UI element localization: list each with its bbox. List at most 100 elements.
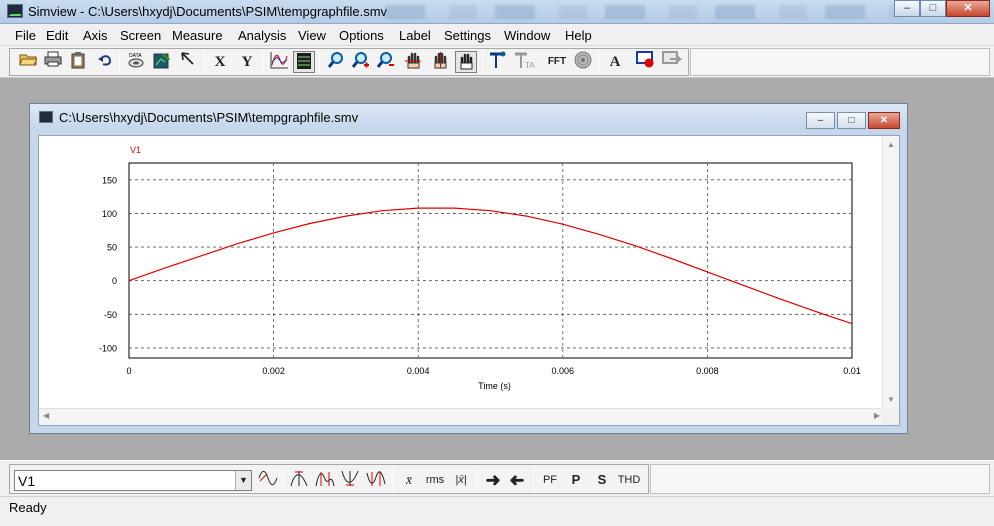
zoom-out-button[interactable] <box>375 51 397 73</box>
menu-window[interactable]: Window <box>504 28 550 43</box>
undo-icon <box>98 55 112 66</box>
measure-cursor-icon <box>490 51 506 68</box>
hand-x-icon <box>405 52 421 69</box>
toolbar-separator <box>319 52 320 72</box>
menu-options[interactable]: Options <box>339 28 384 43</box>
menu-axis[interactable]: Axis <box>83 28 108 43</box>
vertical-scrollbar[interactable]: ▲ ▼ <box>882 136 899 408</box>
hand-y-icon <box>434 52 447 69</box>
menu-label[interactable]: Label <box>399 28 431 43</box>
x-axis-button[interactable]: X <box>209 51 231 73</box>
edit-graph-button[interactable] <box>151 51 173 73</box>
spectrum-button[interactable] <box>572 51 594 73</box>
print-button[interactable] <box>42 51 64 73</box>
close-button[interactable]: ✕ <box>946 0 990 17</box>
y-tick-label: 0 <box>112 276 117 286</box>
screen-split-icon <box>297 53 311 69</box>
text-annotation-icon: TA <box>515 52 535 70</box>
waveform-plot[interactable]: 150 100 50 0 -50 -100 0 0.002 0.004 0.006 0.008 0.0… <box>39 136 884 408</box>
toolbar-separator <box>283 470 284 490</box>
right-arrow-icon[interactable]: ➜ <box>482 469 504 491</box>
y-axis-button[interactable]: Y <box>236 51 258 73</box>
y-tick-label: 100 <box>102 209 117 219</box>
toolbar-empty-area <box>690 48 990 76</box>
main-title-bar: Simview - C:\Users\hxydj\Documents\PSIM\… <box>0 0 994 24</box>
graph-edit-icon <box>153 53 170 69</box>
apparent-power-button[interactable]: S <box>592 469 612 491</box>
real-power-button[interactable]: P <box>566 469 586 491</box>
pan-button[interactable] <box>455 51 477 73</box>
toolbar-separator <box>533 470 534 490</box>
horizontal-scrollbar[interactable]: ◀ ▶ <box>39 408 884 425</box>
thd-button[interactable]: THD <box>616 469 642 491</box>
chevron-down-icon[interactable]: ▼ <box>235 471 251 490</box>
text-annotation-button[interactable]: TA <box>513 51 535 73</box>
plot-frame <box>128 162 853 359</box>
max-button[interactable] <box>288 469 312 491</box>
pan-x-button[interactable] <box>402 51 424 73</box>
zoom-out-icon <box>376 52 394 68</box>
menu-file[interactable]: File <box>15 28 36 43</box>
data-button[interactable]: DATA <box>125 51 147 73</box>
rms-button[interactable]: rms <box>424 469 446 491</box>
pan-y-button[interactable] <box>429 51 451 73</box>
graph-minimize-button[interactable]: – <box>806 112 835 129</box>
close-icon: ✕ <box>879 115 889 126</box>
maximize-button[interactable]: □ <box>920 0 946 17</box>
next-extreme-icon <box>366 471 386 486</box>
menu-view[interactable]: View <box>298 28 326 43</box>
graph-maximize-button[interactable]: □ <box>837 112 866 129</box>
export-button[interactable] <box>661 51 683 73</box>
add-curve-button[interactable] <box>268 51 290 73</box>
graph-window-controls: – □ ✕ <box>806 112 900 129</box>
waveform-icon <box>258 470 278 486</box>
select-button[interactable] <box>177 51 199 73</box>
menu-measure[interactable]: Measure <box>172 28 223 43</box>
graph-window-title: C:\Users\hxydj\Documents\PSIM\tempgraphf… <box>59 110 359 125</box>
undo-button[interactable] <box>94 51 116 73</box>
status-bar: Ready <box>0 496 994 526</box>
screen-split-button[interactable] <box>293 51 315 73</box>
min-button[interactable] <box>339 469 363 491</box>
graph-window: C:\Users\hxydj\Documents\PSIM\tempgraphf… <box>29 103 908 434</box>
status-text: Ready <box>9 500 47 515</box>
zoom-in-button[interactable] <box>350 51 372 73</box>
min-max-button[interactable] <box>313 469 337 491</box>
maximize-icon: □ <box>848 115 855 126</box>
menu-edit[interactable]: Edit <box>46 28 68 43</box>
measure-button[interactable] <box>487 51 509 73</box>
record-button[interactable] <box>635 51 657 73</box>
power-factor-button[interactable]: PF <box>539 469 561 491</box>
zoom-in-icon <box>351 52 369 68</box>
graph-window-title-bar[interactable]: C:\Users\hxydj\Documents\PSIM\tempgraphf… <box>30 104 907 130</box>
background-taskbar-blur <box>385 5 900 19</box>
scroll-left-icon[interactable]: ◀ <box>43 411 49 420</box>
copy-button[interactable] <box>67 51 89 73</box>
resize-grip-icon[interactable] <box>882 408 899 425</box>
graph-close-button[interactable]: ✕ <box>868 112 900 129</box>
open-button[interactable] <box>17 51 39 73</box>
minimize-button[interactable]: – <box>894 0 920 17</box>
menu-help[interactable]: Help <box>565 28 592 43</box>
scroll-up-icon[interactable]: ▲ <box>883 140 899 149</box>
measure-toolbar-empty-area <box>650 464 990 494</box>
zoom-icon <box>327 52 343 68</box>
main-toolbar: DATA X Y TA FFT A <box>0 46 994 78</box>
menu-screen[interactable]: Screen <box>120 28 161 43</box>
toolbar-separator <box>262 52 263 72</box>
waveform-button[interactable] <box>256 469 280 491</box>
zoom-button[interactable] <box>325 51 347 73</box>
maximize-icon: □ <box>929 2 937 14</box>
scroll-down-icon[interactable]: ▼ <box>883 395 899 404</box>
fft-button[interactable]: FFT <box>545 51 569 73</box>
text-button[interactable]: A <box>604 51 626 73</box>
next-extreme-button[interactable] <box>364 469 388 491</box>
menu-settings[interactable]: Settings <box>444 28 491 43</box>
left-arrow-icon[interactable]: ➜ <box>506 469 528 491</box>
menu-analysis[interactable]: Analysis <box>238 28 286 43</box>
curve-selector[interactable]: V1 ▼ <box>14 470 252 491</box>
scroll-right-icon[interactable]: ▶ <box>874 411 880 420</box>
mean-button[interactable]: x̄ <box>400 469 418 491</box>
x-tick-label: 0 <box>126 366 131 376</box>
abs-mean-button[interactable]: |x̄| <box>451 469 471 491</box>
